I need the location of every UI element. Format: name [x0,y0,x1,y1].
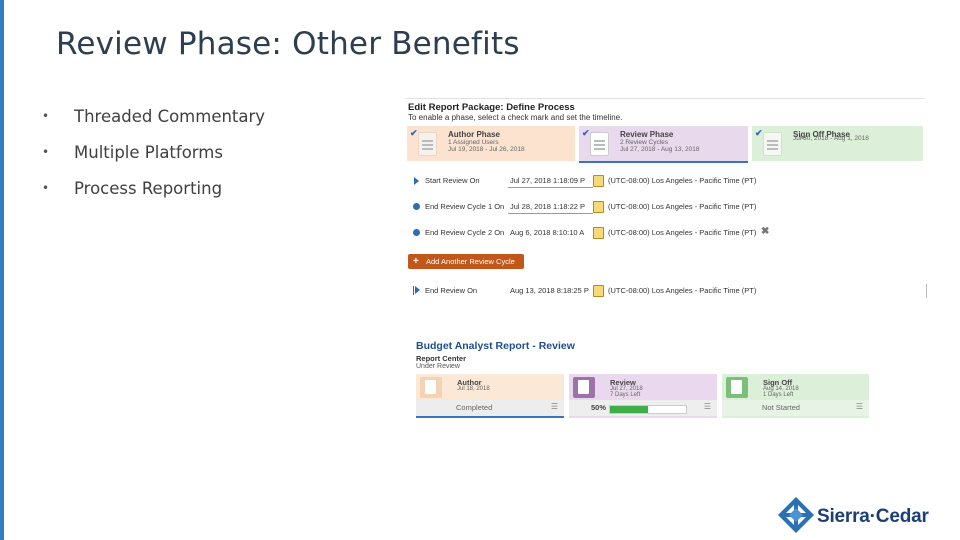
card-header: Author Jul 18, 2018 [416,374,564,400]
define-process-screenshot: Edit Report Package: Define Process To e… [405,98,927,300]
document-icon [420,377,442,398]
bullet-list: • Threaded Commentary • Multiple Platforms… [42,98,265,206]
days-left: 1 Days Left [763,392,794,398]
card-header: Review Jul 27, 2018 7 Days Left [569,374,717,400]
bullet-dot-icon: • [42,145,50,159]
card-footer: Completed ☰ [416,400,564,418]
milestone-row: End Review Cycle 1 On Jul 28, 2018 1:18:… [405,200,925,216]
card-sign-off[interactable]: Sign Off Aug 14, 2018 1 Days Left Not St… [722,374,869,418]
milestone-label: Start Review On [425,176,480,185]
delete-icon[interactable]: ✖ [761,226,769,237]
phase-dates: Jul 30, 2018 - Aug 1, 2018 [793,135,869,142]
menu-icon[interactable]: ☰ [704,402,711,411]
left-accent-bar [0,0,4,540]
panel-title: Edit Report Package: Define Process [408,102,575,113]
report-status-screenshot: Budget Analyst Report - Review Report Ce… [414,338,870,422]
timezone-select[interactable]: (UTC-08:00) Los Angeles - Pacific Time (… [608,228,756,237]
divider [926,284,927,298]
button-label: Add Another Review Cycle [426,257,515,266]
slide-title: Review Phase: Other Benefits [56,26,520,62]
phase-detail: 1 Assigned Users [448,139,499,146]
report-title[interactable]: Budget Analyst Report - Review [416,340,575,352]
status-text: Completed [456,403,493,412]
phase-dates: Jul 19, 2018 - Jul 26, 2018 [448,146,525,153]
card-review[interactable]: Review Jul 27, 2018 7 Days Left 50% ☰ [569,374,717,418]
progress-fill [610,406,648,413]
company-logo: Sierra·Cedar [777,496,957,534]
bullet-text: Process Reporting [74,178,223,198]
plus-icon: + [413,256,419,267]
check-icon[interactable]: ✔ [410,128,418,139]
check-icon[interactable]: ✔ [755,128,763,139]
cycle-marker-icon [413,229,420,236]
end-marker-icon [413,286,420,295]
calendar-icon[interactable] [593,175,604,187]
bullet-dot-icon: • [42,181,50,195]
divider [405,98,925,99]
progress-bar [609,405,687,414]
phase-detail: 2 Review Cycles [620,139,669,146]
report-status-text: Under Review [416,363,460,370]
phase-sign-off[interactable]: ✔ Sign Off Phase Jul 30, 2018 - Aug 1, 2… [752,126,923,161]
date-input[interactable]: Aug 6, 2018 8:10:10 A [508,226,593,239]
phase-dates: Jul 27, 2018 - Aug 13, 2018 [620,146,700,153]
bullet-item: • Process Reporting [42,170,265,206]
document-icon [763,132,782,156]
bullet-item: • Multiple Platforms [42,134,265,170]
phase-name: Review Phase [620,130,674,139]
date-input[interactable]: Aug 13, 2018 8:18:25 P [508,284,593,297]
card-author[interactable]: Author Jul 18, 2018 Completed ☰ [416,374,564,418]
status-text: Not Started [762,403,800,412]
calendar-icon[interactable] [593,227,604,239]
milestone-row: End Review Cycle 2 On Aug 6, 2018 8:10:1… [405,226,925,242]
milestone-row: End Review On Aug 13, 2018 8:18:25 P (UT… [405,284,925,300]
timezone-select[interactable]: (UTC-08:00) Los Angeles - Pacific Time (… [608,202,756,211]
timezone-select[interactable]: (UTC-08:00) Los Angeles - Pacific Time (… [608,176,756,185]
sierra-cedar-logo-icon [778,497,814,533]
milestone-label: End Review On [425,286,478,295]
cycle-marker-icon [413,203,420,210]
timezone-select[interactable]: (UTC-08:00) Los Angeles - Pacific Time (… [608,286,756,295]
milestone-label: End Review Cycle 2 On [425,228,505,237]
calendar-icon[interactable] [593,201,604,213]
document-icon [573,377,595,398]
menu-icon[interactable]: ☰ [551,402,558,411]
calendar-icon[interactable] [593,285,604,297]
phase-review[interactable]: ✔ Review Phase 2 Review Cycles Jul 27, 2… [579,126,748,163]
bullet-text: Threaded Commentary [74,106,266,126]
phase-name: Author Phase [448,130,501,139]
card-header: Sign Off Aug 14, 2018 1 Days Left [722,374,869,400]
panel-instructions: To enable a phase, select a check mark a… [408,113,623,122]
milestone-row: Start Review On Jul 27, 2018 1:18:09 P (… [405,174,925,190]
card-date: Jul 18, 2018 [457,386,490,392]
bullet-item: • Threaded Commentary [42,98,265,134]
date-input[interactable]: Jul 27, 2018 1:18:09 P [508,174,593,188]
start-marker-icon [414,177,419,185]
logo-text: Sierra·Cedar [817,506,929,527]
card-footer: Not Started ☰ [722,400,869,416]
add-review-cycle-button[interactable]: + Add Another Review Cycle [408,254,524,269]
milestone-label: End Review Cycle 1 On [425,202,505,211]
document-icon [726,377,748,398]
date-input[interactable]: Jul 28, 2018 1:18:22 P [508,200,593,214]
report-location: Report Center [416,354,467,363]
document-icon [418,132,437,156]
days-left: 7 Days Left [610,392,641,398]
menu-icon[interactable]: ☰ [856,402,863,411]
bullet-text: Multiple Platforms [74,142,223,162]
bullet-dot-icon: • [42,109,50,123]
phase-author[interactable]: ✔ Author Phase 1 Assigned Users Jul 19, … [407,126,575,161]
check-icon[interactable]: ✔ [582,128,590,139]
progress-percent: 50% [591,403,607,412]
card-footer: 50% ☰ [569,400,717,416]
document-icon [590,132,609,156]
